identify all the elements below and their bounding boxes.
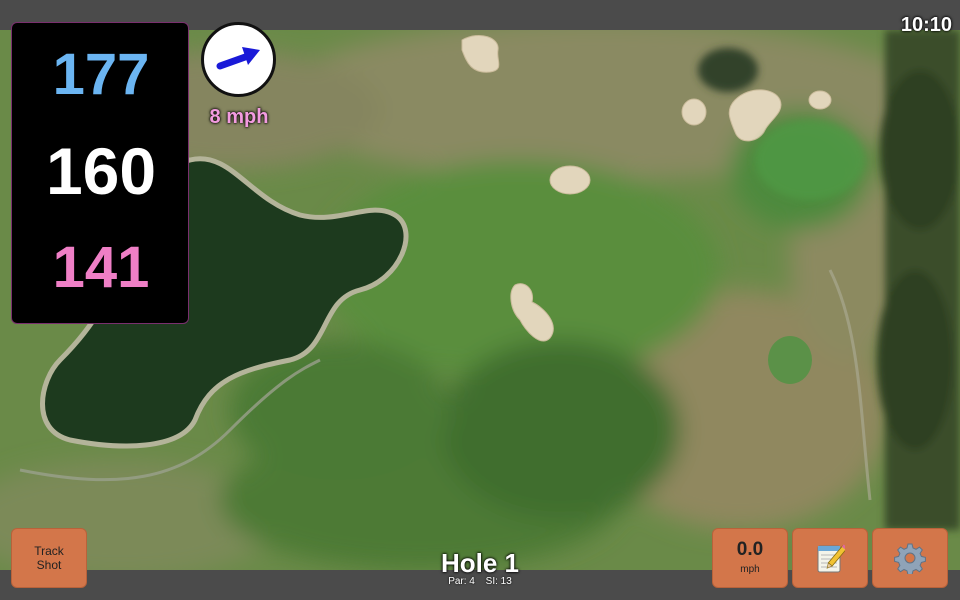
speed-unit: mph [740,564,760,575]
wind-speed-label: 8 mph [209,106,269,128]
middle-distance: 160 [45,134,157,208]
settings-button[interactable] [872,528,948,588]
notepad-icon [817,544,845,573]
track-shot-label-line2: Shot [36,558,62,572]
speed-value: 0.0 [736,539,764,560]
wind-arrow-icon [216,47,260,70]
hole-par: Par: 4 [448,576,475,587]
back-distance: 177 [52,42,150,107]
hole-title: Hole 1 [440,548,520,578]
gear-icon [894,543,926,574]
wind-indicator [201,22,276,97]
distance-panel: 177 160 141 [11,22,189,324]
hole-info: Par: 4 SI: 13 [380,576,580,588]
front-distance: 141 [52,235,150,300]
status-clock: 10:10 [900,14,952,36]
track-shot-button[interactable]: Track Shot [11,528,87,588]
track-shot-label-line1: Track [34,544,64,558]
notes-button[interactable] [792,528,868,588]
hole-stroke-index: SI: 13 [485,576,512,587]
speed-button[interactable]: 0.0 mph [712,528,788,588]
